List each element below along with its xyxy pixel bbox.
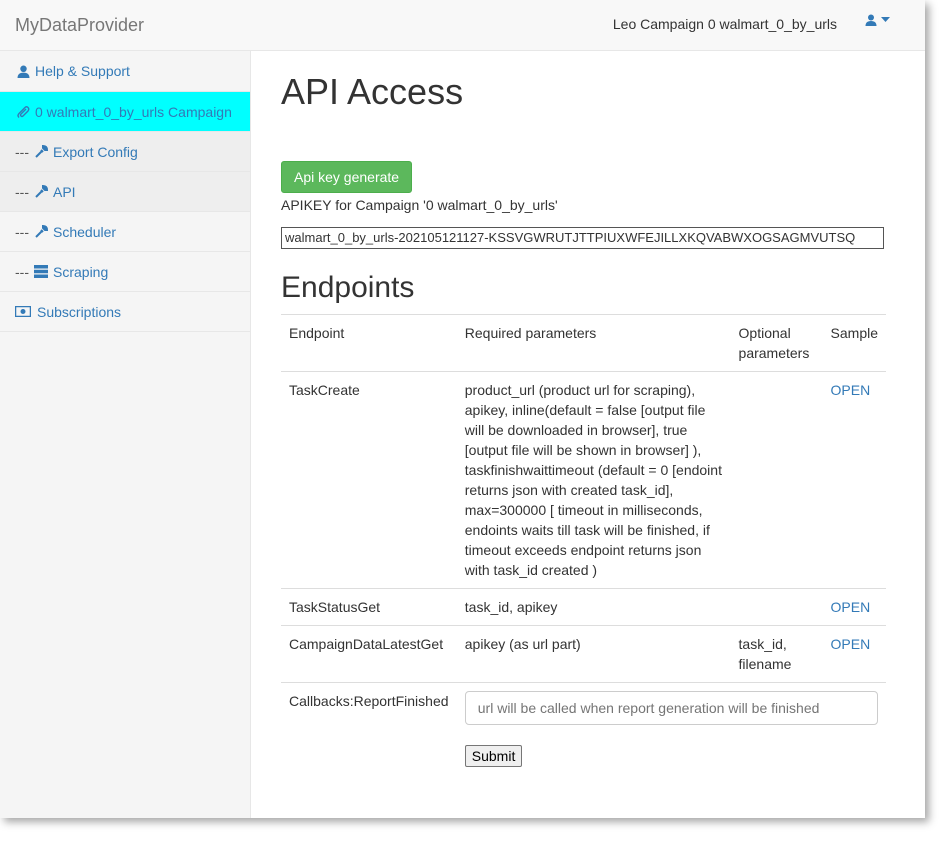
- apikey-field[interactable]: walmart_0_by_urls-202105121127-KSSVGWRUT…: [281, 227, 884, 249]
- sidebar-item-scheduler[interactable]: --- Scheduler: [0, 212, 250, 252]
- sidebar-item-label: Scheduler: [53, 223, 117, 240]
- table-row: CampaignDataLatestGet apikey (as url par…: [281, 625, 886, 683]
- caret-down-icon: [881, 17, 890, 22]
- sidebar-item-help-support[interactable]: Help & Support: [0, 51, 250, 92]
- sidebar: Help & Support 0 walmart_0_by_urls Campa…: [0, 51, 251, 818]
- campaign-text: Leo Campaign 0 walmart_0_by_urls: [612, 16, 837, 32]
- sidebar-item-label: 0 walmart_0_by_urls Campaign: [35, 103, 232, 120]
- sidebar-item-campaign[interactable]: 0 walmart_0_by_urls Campaign: [0, 92, 250, 132]
- user-icon: [15, 63, 31, 79]
- open-sample-link[interactable]: OPEN: [831, 599, 871, 615]
- sidebar-item-subscriptions[interactable]: Subscriptions: [0, 292, 250, 332]
- paperclip-icon: [15, 104, 31, 120]
- sidebar-item-scraping[interactable]: --- Scraping: [0, 252, 250, 292]
- optional-params: [730, 588, 823, 626]
- column-header-required: Required parameters: [456, 314, 731, 372]
- endpoint-name: Callbacks:ReportFinished: [281, 682, 457, 775]
- column-header-optional: Optional parameters: [730, 314, 823, 372]
- user-menu[interactable]: [865, 14, 890, 26]
- money-icon: [15, 304, 31, 320]
- open-sample-link[interactable]: OPEN: [831, 382, 871, 398]
- api-key-generate-button[interactable]: Api key generate: [281, 161, 413, 193]
- optional-params: task_id, filename: [730, 625, 823, 683]
- indent-prefix: ---: [15, 143, 29, 160]
- endpoint-name: TaskCreate: [281, 371, 457, 589]
- app-window: MyDataProvider Leo Campaign 0 walmart_0_…: [0, 0, 925, 818]
- navbar: MyDataProvider Leo Campaign 0 walmart_0_…: [0, 0, 925, 51]
- column-header-sample: Sample: [822, 314, 886, 372]
- indent-prefix: ---: [15, 223, 29, 240]
- endpoints-table: Endpoint Required parameters Optional pa…: [281, 314, 886, 775]
- sidebar-item-label: Scraping: [53, 263, 109, 280]
- required-params: task_id, apikey: [456, 588, 731, 626]
- sidebar-item-label: Subscriptions: [37, 303, 122, 320]
- wrench-icon: [33, 224, 49, 240]
- sidebar-item-api[interactable]: --- API: [0, 172, 250, 212]
- sidebar-item-label: Export Config: [53, 143, 138, 160]
- table-header-row: Endpoint Required parameters Optional pa…: [281, 314, 886, 372]
- required-params: product_url (product url for scraping), …: [456, 371, 731, 589]
- callback-form: Submit: [456, 682, 886, 775]
- table-row: TaskStatusGet task_id, apikey OPEN: [281, 588, 886, 626]
- sidebar-item-label: API: [53, 183, 76, 200]
- sidebar-item-export-config[interactable]: --- Export Config: [0, 132, 250, 172]
- endpoint-name: CampaignDataLatestGet: [281, 625, 457, 683]
- indent-prefix: ---: [15, 183, 29, 200]
- indent-prefix: ---: [15, 263, 29, 280]
- user-icon: [865, 14, 877, 26]
- required-params: apikey (as url part): [456, 625, 731, 683]
- column-header-endpoint: Endpoint: [281, 314, 457, 372]
- table-row: TaskCreate product_url (product url for …: [281, 371, 886, 589]
- apikey-label: APIKEY for Campaign '0 walmart_0_by_urls…: [281, 197, 558, 213]
- wrench-icon: [33, 184, 49, 200]
- table-row-callbacks: Callbacks:ReportFinished Submit: [281, 682, 886, 775]
- open-sample-link[interactable]: OPEN: [831, 636, 871, 652]
- wrench-icon: [33, 144, 49, 160]
- endpoint-name: TaskStatusGet: [281, 588, 457, 626]
- brand-link[interactable]: MyDataProvider: [15, 15, 144, 36]
- server-icon: [33, 264, 49, 280]
- sidebar-item-label: Help & Support: [35, 63, 130, 79]
- callback-url-input[interactable]: [464, 691, 878, 725]
- optional-params: [730, 371, 823, 589]
- submit-button[interactable]: Submit: [464, 745, 523, 767]
- endpoints-title: Endpoints: [281, 271, 415, 304]
- page-title: API Access: [281, 71, 464, 112]
